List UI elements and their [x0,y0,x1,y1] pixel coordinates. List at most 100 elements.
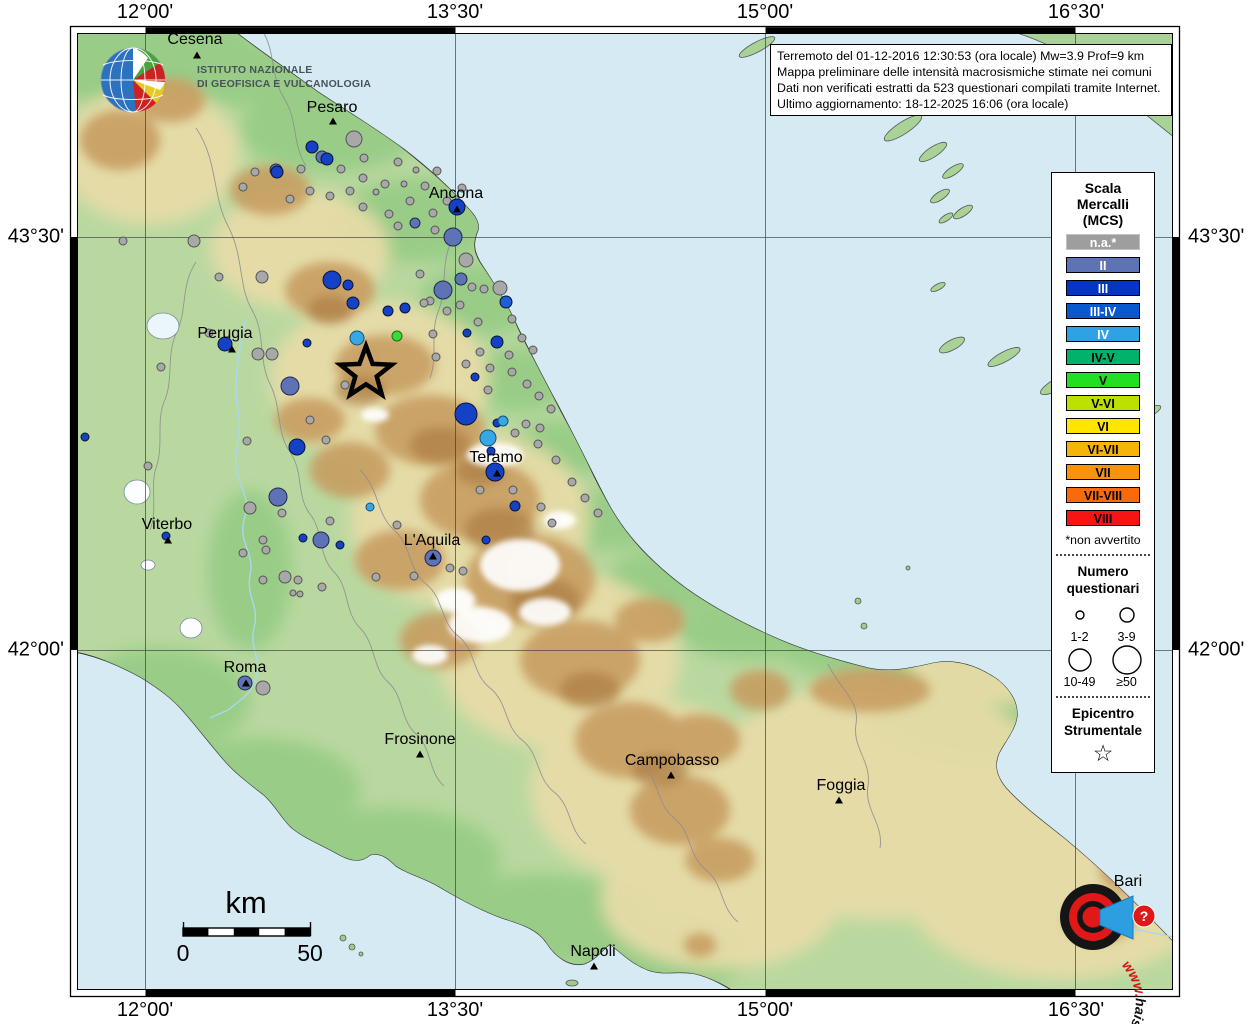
intensity-point [470,372,480,382]
intensity-point [504,350,514,360]
intensity-point [535,423,545,433]
intensity-point [345,130,363,148]
intensity-point [473,317,483,327]
intensity-point [335,540,345,550]
intensity-point [255,680,271,696]
intensity-point [255,270,269,284]
intensity-point [321,435,331,445]
intensity-point [546,404,556,414]
city-label: Viterbo [142,516,193,533]
intensity-point [547,518,557,528]
intensity-class-iv-v: IV-V [1066,349,1140,365]
city-label: L'Aquila [404,532,461,549]
intensity-point [305,140,319,154]
earthquake-info-box: Terremoto del 01-12-2016 12:30:53 (ora l… [770,44,1172,116]
intensity-point [270,165,284,179]
intensity-point [534,391,544,401]
intensity-point [458,252,474,268]
intensity-point [293,575,303,585]
intensity-point [510,428,520,438]
intensity-point [288,438,306,456]
intensity-point [371,572,381,582]
intensity-point [499,295,513,309]
intensity-point [433,280,453,300]
intensity-point [289,589,297,597]
intensity-point [405,196,415,206]
intensity-point [358,202,368,212]
map-screenshot: Cesena Pesaro Ancona Perugia Teramo Viterbo L'… [0,0,1255,1024]
intensity-point [479,284,489,294]
intensity-point [258,535,268,545]
coordinate-label: 12°00' [116,1,174,23]
intensity-point [156,362,166,372]
intensity-point [567,477,577,487]
city-label: Frosinone [384,731,455,748]
intensity-point [372,188,380,196]
city-label: Teramo [469,449,522,466]
legend-title: Scala Mercalli (MCS) [1076,180,1130,228]
intensity-point [580,493,590,503]
intensity-point [454,402,478,426]
scalebar-start: 0 [176,940,190,966]
intensity-class-v: V [1066,372,1140,388]
intensity-point [521,419,531,429]
intensity-point [392,520,402,530]
intensity-point [296,164,306,174]
intensity-point [431,352,441,362]
intensity-class-vii: VII [1066,464,1140,480]
info-line-3: Dati non verificati estratti da 523 ques… [777,81,1161,95]
intensity-point [492,280,508,296]
size-legend-item: 10-49 [1056,644,1103,689]
intensity-point [384,209,394,219]
epicenter-star-icon: ☆ [1092,740,1114,766]
intensity-class-n.a.*: n.a.* [1066,234,1140,250]
size-legend-label: 3-9 [1117,630,1136,644]
intensity-point [340,380,350,390]
intensity-point [280,376,300,396]
intensity-point [420,181,430,191]
intensity-point [238,182,248,192]
intensity-point [428,208,438,218]
coordinate-label: 16°30' [1047,999,1105,1021]
city-label: Pesaro [307,99,358,116]
intensity-point [458,566,468,576]
intensity-point [475,485,485,495]
intensity-class-v-vi: V-VI [1066,395,1140,411]
size-legend-item: ≥50 [1103,644,1150,689]
intensity-point [507,314,517,324]
size-circle-icon [1118,607,1135,623]
ingv-name-line1: ISTITUTO NAZIONALE [197,64,312,76]
intensity-point [278,570,292,584]
city-label: Napoli [570,943,615,960]
intensity-point [322,270,342,290]
intensity-class-ii: II [1066,257,1140,273]
intensity-point [143,461,153,471]
coordinate-label: 43°30' [1188,225,1245,248]
intensity-point [454,272,468,286]
intensity-point [415,269,425,279]
intensity-point [243,501,257,515]
intensity-point [187,234,201,248]
epicenter-legend-title: Epicentro Strumentale [1063,706,1143,738]
intensity-point [393,157,403,167]
intensity-point [336,164,346,174]
intensity-point [593,508,603,518]
intensity-point [302,338,312,348]
intensity-point [467,282,477,292]
intensity-point [296,590,304,598]
intensity-point [508,485,518,495]
intensity-scale: n.a.* II III III-IV IV IV-V V V-VI VI VI-VII VII VI… [1052,234,1154,526]
intensity-point [320,152,334,166]
intensity-point [522,379,532,389]
info-line-1: Terremoto del 01-12-2016 12:30:53 (ora l… [777,49,1145,63]
intensity-point [365,502,375,512]
intensity-point [483,385,493,395]
intensity-class-viii: VIII [1066,510,1140,526]
intensity-point [432,166,442,176]
intensity-point [507,367,517,377]
intensity-point [412,166,420,174]
intensity-point [528,345,538,355]
intensity-point [497,415,509,427]
intensity-point [317,582,327,592]
city-label: Bari [1114,873,1142,890]
